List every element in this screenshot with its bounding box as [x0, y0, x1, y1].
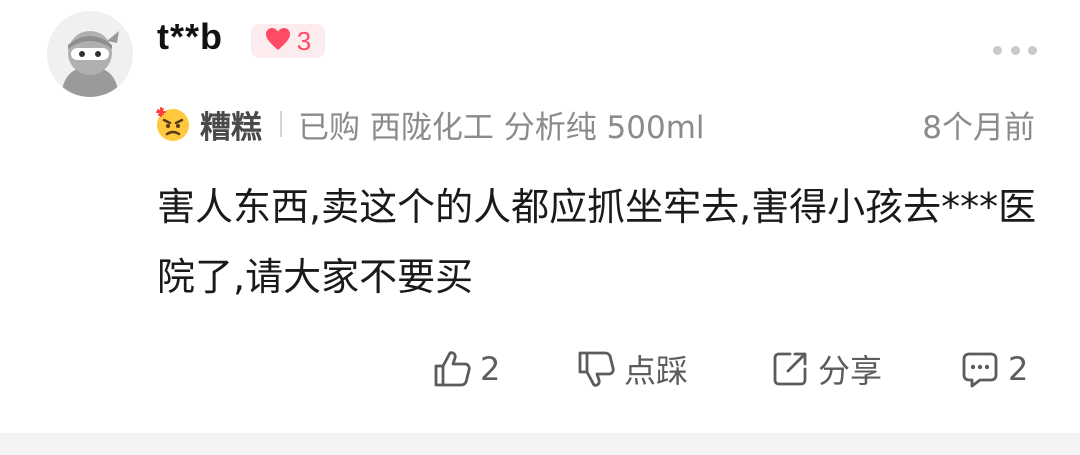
like-count: 2 [480, 350, 501, 388]
share-button[interactable]: 分享 [770, 345, 882, 393]
avatar[interactable] [47, 11, 133, 97]
like-badge: 3 [251, 24, 325, 58]
reply-count: 2 [1008, 350, 1029, 388]
dislike-button[interactable]: 点踩 [576, 345, 688, 393]
more-icon[interactable] [993, 42, 1037, 58]
comment-meta: 糟糕 已购 西陇化工 分析纯 500ml 8个月前 [155, 103, 1035, 146]
reply-button[interactable]: 2 [960, 345, 1028, 393]
heart-icon [265, 27, 291, 55]
angry-emoji-icon [156, 107, 189, 141]
dislike-label: 点踩 [624, 352, 689, 390]
like-badge-count: 3 [296, 25, 312, 56]
purchase-info: 已购 西陇化工 分析纯 500ml [298, 109, 705, 146]
mood-label: 糟糕 [200, 109, 262, 146]
bottom-divider [0, 433, 1080, 455]
share-label: 分享 [818, 352, 883, 390]
timestamp: 8个月前 [922, 109, 1035, 146]
comment-icon [960, 349, 1000, 389]
thumbs-up-icon [432, 349, 472, 389]
action-bar: 2 点踩 分享 2 [0, 345, 1080, 393]
share-icon [770, 349, 810, 389]
username[interactable]: t**b [157, 16, 223, 58]
like-button[interactable]: 2 [432, 345, 500, 393]
thumbs-down-icon [576, 349, 616, 389]
comment-text: 害人东西,卖这个的人都应抓坐牢去,害得小孩去***医院了,请大家不要买 [157, 185, 1037, 299]
divider [280, 111, 282, 137]
